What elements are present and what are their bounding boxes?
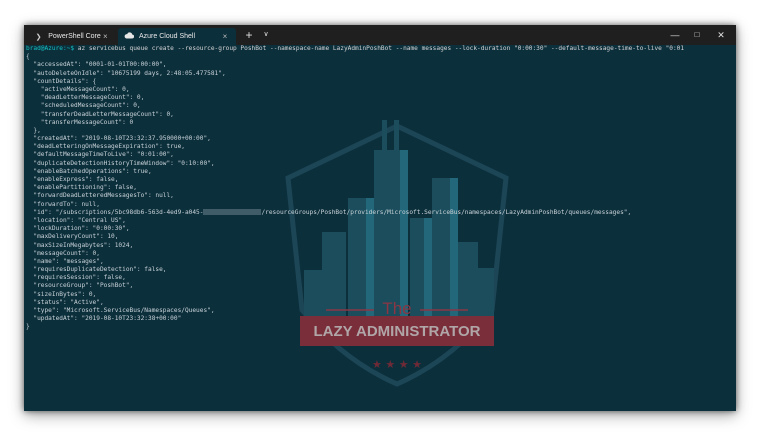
output-line: "name": "messages", <box>26 258 734 266</box>
output-line-text: "name": "messages", <box>26 257 104 265</box>
output-line: "autoDeleteOnIdle": "10675199 days, 2:48… <box>26 70 734 78</box>
output-line-text: }, <box>26 126 41 134</box>
prompt: brad@Azure:~$ <box>26 45 75 52</box>
output-line: "resourceGroup": "PoshBot", <box>26 282 734 290</box>
output-line-text: "status": "Active", <box>26 298 104 306</box>
output-line-text: "scheduledMessageCount": 0, <box>26 102 141 110</box>
tab-dropdown-button[interactable]: ∨ <box>260 28 272 42</box>
title-bar: ❯ PowerShell Core × Azure Cloud Shell × … <box>24 25 736 45</box>
tab-powershell-core[interactable]: ❯ PowerShell Core × <box>28 28 116 45</box>
output-line: "duplicateDetectionHistoryTimeWindow": "… <box>26 160 734 168</box>
output-line-text: "maxSizeInMegabytes": 1024, <box>26 241 134 249</box>
output-line: "defaultMessageTimeToLive": "0:01:00", <box>26 151 734 159</box>
output-line-text: "deadLetterMessageCount": 0, <box>26 94 145 102</box>
tab-label: PowerShell Core <box>48 33 101 40</box>
output-line-text: "enablePartitioning": false, <box>26 184 137 192</box>
output-line: "forwardTo": null, <box>26 201 734 209</box>
redacted-block <box>203 208 262 215</box>
output-line: "accessedAt": "0001-01-01T00:00:00", <box>26 61 734 69</box>
logo-stars: ★ ★ ★ ★ <box>372 358 422 371</box>
output-line-text: "lockDuration": "0:00:30", <box>26 225 130 233</box>
output-line-text: } <box>26 323 30 331</box>
output-line-text: "defaultMessageTimeToLive": "0:01:00", <box>26 151 174 159</box>
output-line-text: "messageCount": 0, <box>26 249 100 257</box>
output-line: "status": "Active", <box>26 299 734 307</box>
output-line: "deadLetteringOnMessageExpiration": true… <box>26 143 734 151</box>
output-line: "scheduledMessageCount": 0, <box>26 102 734 110</box>
maximize-button[interactable]: □ <box>688 28 706 42</box>
terminal-window: ❯ PowerShell Core × Azure Cloud Shell × … <box>24 25 736 411</box>
command-text: az servicebus queue create --resource-gr… <box>74 45 685 52</box>
output-line-text: "duplicateDetectionHistoryTimeWindow": "… <box>26 159 215 167</box>
output-line: "enableExpress": false, <box>26 176 734 184</box>
output-line: "enableBatchedOperations": true, <box>26 168 734 176</box>
output-line: "requiresDuplicateDetection": false, <box>26 266 734 274</box>
powershell-icon: ❯ <box>35 33 42 41</box>
output-line: "countDetails": { <box>26 78 734 86</box>
output-line: } <box>26 323 734 331</box>
output-line: "createdAt": "2019-08-10T23:32:37.950000… <box>26 135 734 143</box>
output-line-text: "id": "/subscriptions/5bc98db6-563d-4ed9… <box>26 208 204 216</box>
output-line-text: { <box>26 53 30 61</box>
minimize-button[interactable]: — <box>666 28 684 42</box>
command-line: brad@Azure:~$ az servicebus queue create… <box>26 45 734 53</box>
output-line: "sizeInBytes": 0, <box>26 291 734 299</box>
output-line: "location": "Central US", <box>26 217 734 225</box>
tab-azure-cloud-shell[interactable]: Azure Cloud Shell × <box>118 28 236 45</box>
output-line: "deadLetterMessageCount": 0, <box>26 94 734 102</box>
output-line-text: "forwardTo": null, <box>26 200 100 208</box>
close-window-button[interactable]: ✕ <box>712 28 730 42</box>
output-line-text: "createdAt": "2019-08-10T23:32:37.950000… <box>26 135 211 143</box>
azure-cloud-icon <box>124 32 135 41</box>
output-line: "transferDeadLetterMessageCount": 0, <box>26 111 734 119</box>
terminal-pane[interactable]: The LAZY ADMINISTRATOR ★ ★ ★ ★ brad@Azur… <box>24 45 736 411</box>
output-line-text: "enableExpress": false, <box>26 176 119 183</box>
output-line-text: "enableBatchedOperations": true, <box>26 167 152 175</box>
output-line: "forwardDeadLetteredMessagesTo": null, <box>26 192 734 200</box>
output-line: "transferMessageCount": 0 <box>26 119 734 127</box>
tab-label: Azure Cloud Shell <box>139 33 196 40</box>
output-line: "maxDeliveryCount": 10, <box>26 233 734 241</box>
new-tab-button[interactable]: + <box>242 28 256 42</box>
output-line-text: "maxDeliveryCount": 10, <box>26 233 119 241</box>
output-line: { <box>26 53 734 61</box>
output-line-text: "activeMessageCount": 0, <box>26 85 130 93</box>
output-line: "activeMessageCount": 0, <box>26 86 734 94</box>
output-line-text: "autoDeleteOnIdle": "10675199 days, 2:48… <box>26 69 226 77</box>
output-line-text: "location": "Central US", <box>26 216 126 224</box>
output-line-text: "sizeInBytes": 0, <box>26 290 97 298</box>
output-line: "lockDuration": "0:00:30", <box>26 225 734 233</box>
output-line: "maxSizeInMegabytes": 1024, <box>26 242 734 250</box>
output-line-text: "type": "Microsoft.ServiceBus/Namespaces… <box>26 307 215 314</box>
output-line: "enablePartitioning": false, <box>26 184 734 192</box>
output-line-text: "updatedAt": "2019-08-10T23:32:38+00:00" <box>26 315 182 323</box>
output-line-text: "resourceGroup": "PoshBot", <box>26 282 134 290</box>
output-line: "requiresSession": false, <box>26 274 734 282</box>
close-tab-icon[interactable]: × <box>101 32 110 41</box>
output-line-text: "deadLetteringOnMessageExpiration": true… <box>26 143 185 151</box>
output-line-text: "accessedAt": "0001-01-01T00:00:00", <box>26 61 167 69</box>
output-line: }, <box>26 127 734 135</box>
output-line: "type": "Microsoft.ServiceBus/Namespaces… <box>26 307 734 315</box>
output-line: "id": "/subscriptions/5bc98db6-563d-4ed9… <box>26 208 734 217</box>
output-line-text: "transferMessageCount": 0 <box>26 118 134 126</box>
output-line-text: "transferDeadLetterMessageCount": 0, <box>26 110 174 118</box>
output-line-text: "countDetails": { <box>26 77 97 85</box>
output-line-text: "requiresSession": false, <box>26 274 126 282</box>
close-tab-icon[interactable]: × <box>220 32 230 41</box>
output-line: "updatedAt": "2019-08-10T23:32:38+00:00" <box>26 315 734 323</box>
output-line-text: "forwardDeadLetteredMessagesTo": null, <box>26 192 174 200</box>
id-suffix-text: /resourceGroups/PoshBot/providers/Micros… <box>261 208 632 216</box>
terminal-output: brad@Azure:~$ az servicebus queue create… <box>26 45 734 332</box>
output-line: "messageCount": 0, <box>26 250 734 258</box>
output-line-text: "requiresDuplicateDetection": false, <box>26 266 167 274</box>
